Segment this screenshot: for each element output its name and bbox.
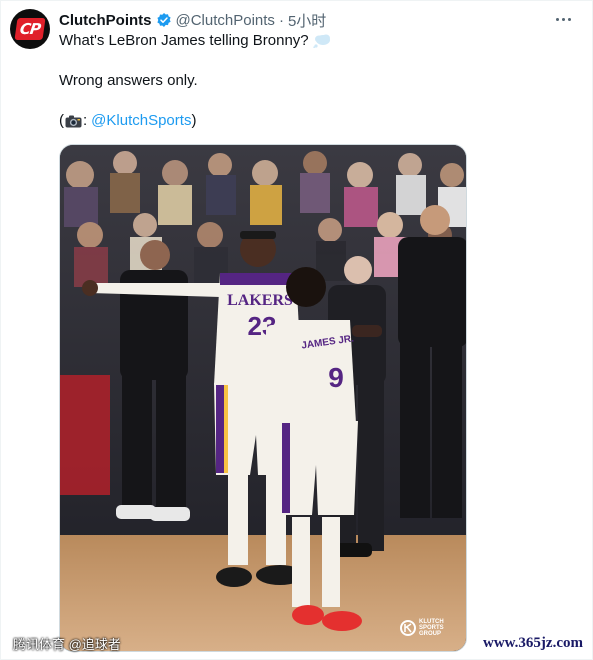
verified-badge-icon xyxy=(156,13,171,27)
photo-illustration: LAKERS 23 JAMES JR. 9 xyxy=(60,145,466,651)
bronny-jersey-number: 9 xyxy=(328,362,344,393)
lakers-jersey-text: LAKERS xyxy=(227,292,293,309)
tweet-question-text: What's LeBron James telling Bronny? xyxy=(59,32,309,49)
watermark-site: www.365jz.com xyxy=(483,635,583,651)
credit-colon: : xyxy=(83,112,88,129)
tweet-header: ClutchPoints @ClutchPoints · 5小时 xyxy=(59,10,552,30)
timestamp[interactable]: 5小时 xyxy=(288,10,326,31)
more-options-icon[interactable] xyxy=(552,10,574,28)
ad-board xyxy=(60,375,110,495)
watermark-tencent: 腾讯体育 @追球者 xyxy=(13,637,121,652)
tweet-photo[interactable]: LAKERS 23 JAMES JR. 9 KLUTCH SPORTS GROU… xyxy=(59,144,467,652)
tweet-card[interactable]: CP ClutchPoints @ClutchPoints · 5小时 What… xyxy=(0,0,593,660)
photo-credit-line: ( : @KlutchSports ) xyxy=(59,111,196,131)
avatar[interactable]: CP xyxy=(10,9,50,49)
display-name[interactable]: ClutchPoints xyxy=(59,12,152,29)
klutch-logo: KLUTCH SPORTS GROUP xyxy=(400,619,455,637)
credit-mention-link[interactable]: @KlutchSports xyxy=(91,111,191,131)
tweet-text-line2: Wrong answers only. xyxy=(59,72,198,89)
separator-dot: · xyxy=(278,11,284,29)
klutch-logo-icon xyxy=(400,620,416,636)
camera-icon xyxy=(65,115,82,127)
avatar-logo-text: CP xyxy=(14,18,46,40)
tweet-text-line1: What's LeBron James telling Bronny? xyxy=(59,31,331,51)
credit-close-paren: ) xyxy=(191,112,197,129)
credit-open-paren: ( xyxy=(59,112,64,129)
thought-balloon-icon xyxy=(312,34,330,48)
handle[interactable]: @ClutchPoints xyxy=(176,12,275,29)
klutch-logo-text: KLUTCH SPORTS GROUP xyxy=(419,619,444,637)
